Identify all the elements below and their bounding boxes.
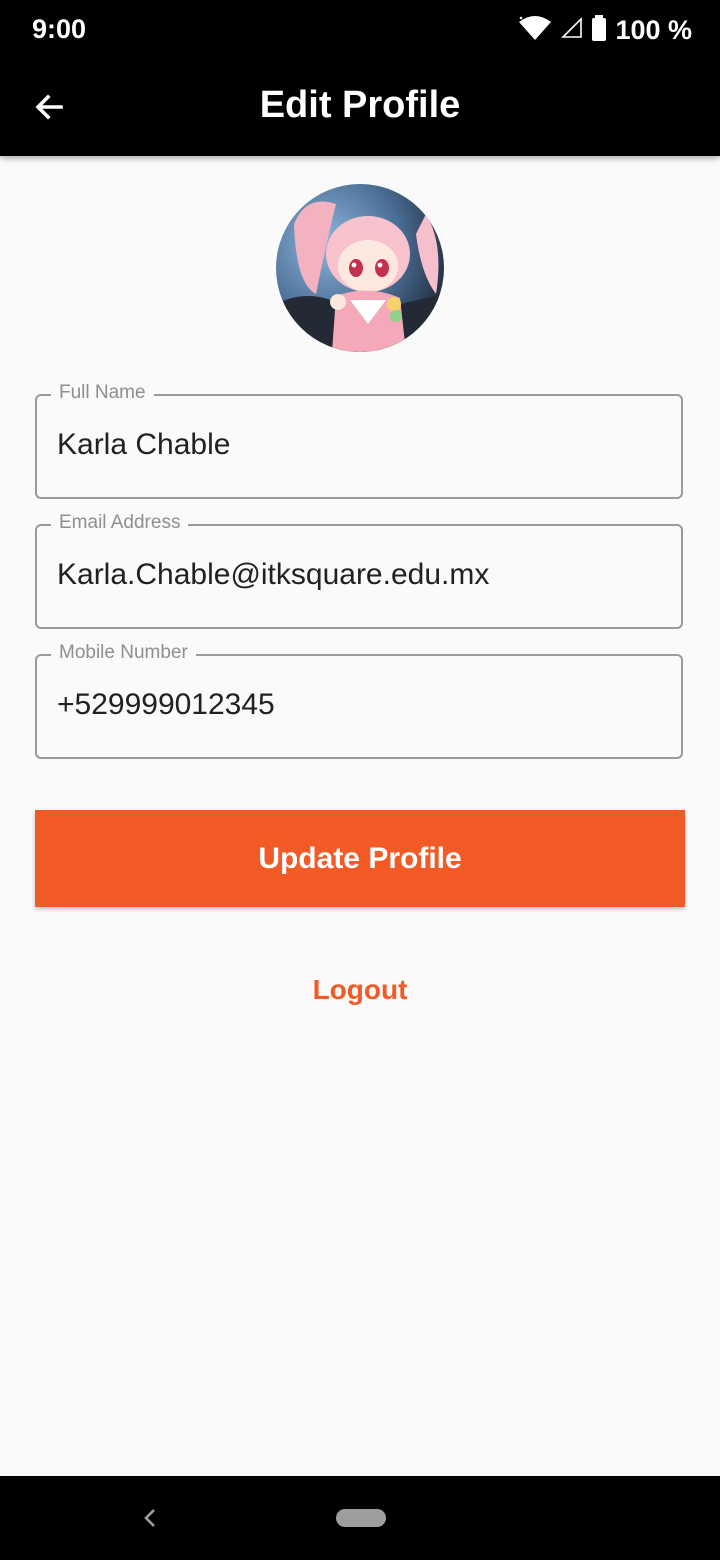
status-icons: 100 %: [517, 14, 692, 47]
avatar[interactable]: [276, 184, 444, 352]
nav-back-button[interactable]: [140, 1506, 160, 1530]
battery-icon: [591, 15, 607, 46]
email-label: Email Address: [51, 512, 189, 534]
mobile-number-value[interactable]: +529999012345: [57, 688, 275, 722]
battery-percent: 100 %: [615, 15, 692, 45]
full-name-field[interactable]: Full Name Karla Chable: [35, 382, 683, 499]
mobile-number-field[interactable]: Mobile Number +529999012345: [35, 642, 683, 759]
email-field[interactable]: Email Address Karla.Chable@itksquare.edu…: [35, 512, 683, 629]
status-bar: 9:00 100 %: [0, 0, 720, 60]
cell-signal-icon: [561, 17, 583, 44]
wifi-icon: [517, 14, 553, 47]
home-pill-icon[interactable]: [336, 1509, 386, 1527]
status-time: 9:00: [32, 14, 87, 44]
avatar-image: [276, 184, 444, 352]
logout-button[interactable]: Logout: [0, 974, 720, 1006]
app-bar: Edit Profile: [0, 60, 720, 156]
full-name-value[interactable]: Karla Chable: [57, 428, 230, 462]
update-profile-button[interactable]: Update Profile: [35, 810, 685, 907]
chevron-left-icon: [144, 1509, 155, 1527]
full-name-label: Full Name: [51, 382, 154, 404]
page-title: Edit Profile: [259, 84, 461, 126]
email-value[interactable]: Karla.Chable@itksquare.edu.mx: [57, 558, 489, 592]
mobile-number-label: Mobile Number: [51, 642, 196, 664]
